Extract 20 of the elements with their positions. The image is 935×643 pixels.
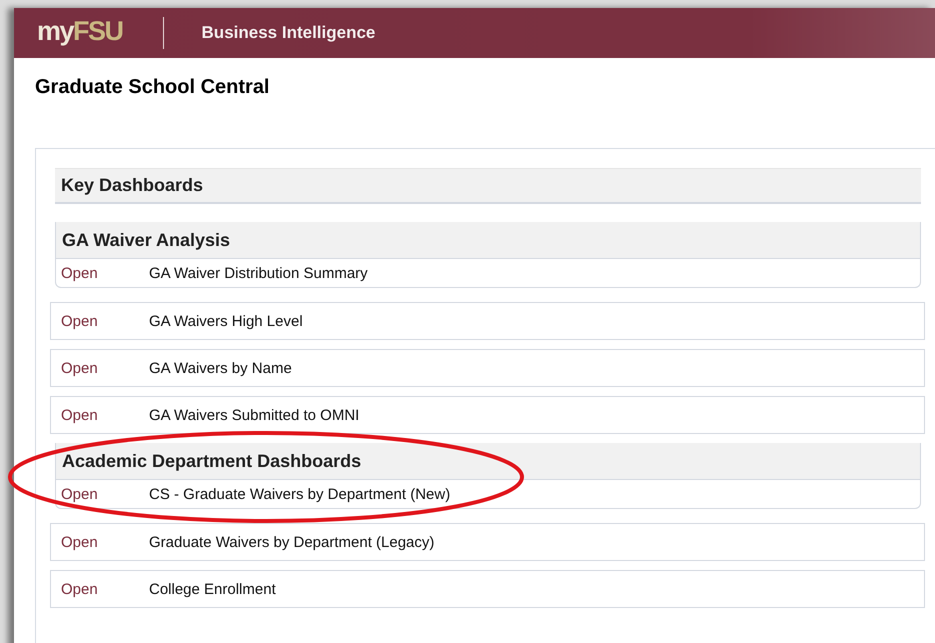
report-name: CS - Graduate Waivers by Department (New) — [149, 486, 450, 502]
section-heading: Academic Department Dashboards — [56, 443, 920, 479]
logo: myFSU — [37, 18, 123, 44]
report-name: Graduate Waivers by Department (Legacy) — [149, 534, 434, 550]
open-link[interactable]: Open — [61, 534, 149, 550]
report-name: College Enrollment — [149, 580, 276, 598]
section-heading: GA Waiver Analysis — [56, 222, 920, 258]
report-name: GA Waivers High Level — [149, 312, 303, 330]
report-name: GA Waivers Submitted to OMNI — [149, 406, 360, 424]
app-title: Business Intelligence — [202, 23, 376, 43]
open-link[interactable]: Open — [61, 312, 149, 330]
open-link[interactable]: Open — [61, 486, 149, 502]
report-name: GA Waiver Distribution Summary — [149, 264, 368, 282]
page-title: Graduate School Central — [34, 75, 270, 100]
open-link[interactable]: Open — [61, 406, 149, 424]
open-link[interactable]: Open — [61, 264, 149, 282]
open-link[interactable]: Open — [61, 360, 149, 376]
open-link[interactable]: Open — [61, 580, 149, 598]
section-heading: Key Dashboards — [55, 168, 921, 204]
report-name: GA Waivers by Name — [149, 360, 292, 376]
